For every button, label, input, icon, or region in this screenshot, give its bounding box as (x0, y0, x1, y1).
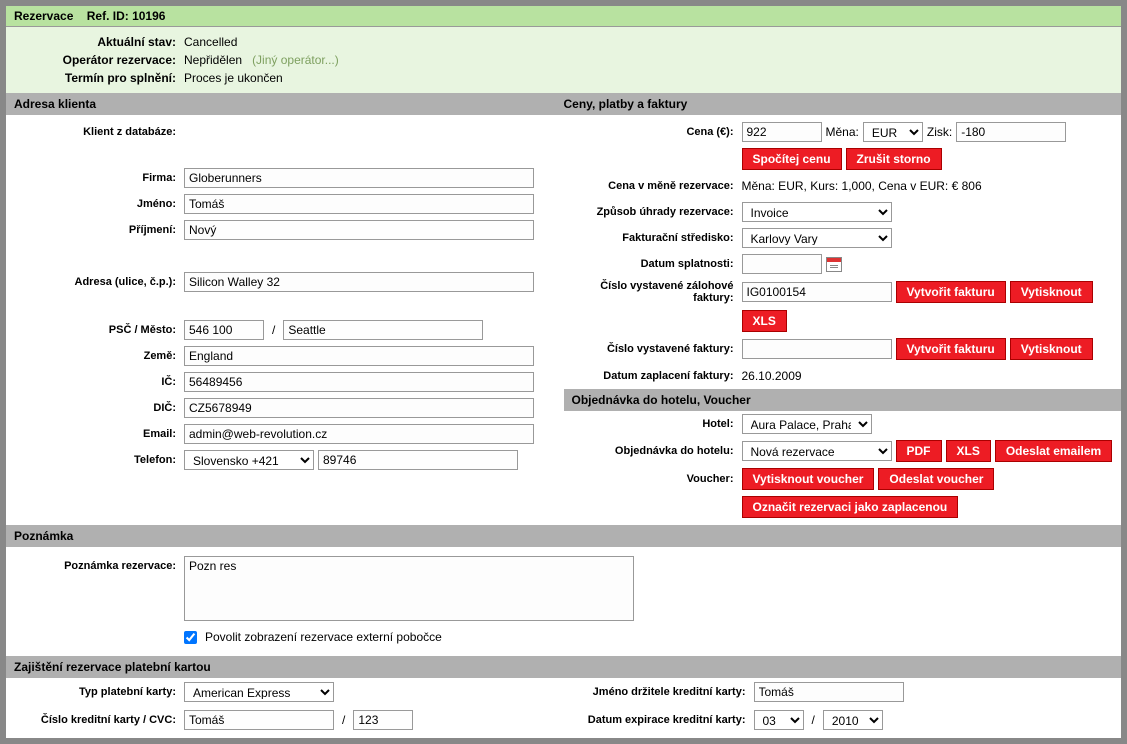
ref-label: Ref. ID: (87, 9, 129, 23)
price-label: Cena (€): (572, 126, 742, 138)
btn-send-email[interactable]: Odeslat emailem (995, 440, 1112, 462)
profit-input[interactable] (956, 122, 1066, 142)
hotel-select[interactable]: Aura Palace, Praha (742, 414, 872, 434)
btn-calc-price[interactable]: Spočítej cenu (742, 148, 842, 170)
cc-type-label: Typ platební karty: (14, 686, 184, 698)
operator-label: Operátor rezervace: (14, 53, 184, 67)
cc-number-label: Číslo kreditní karty / CVC: (14, 714, 184, 726)
allow-external-checkbox[interactable] (184, 631, 197, 644)
allow-external-label: Povolit zobrazení rezervace externí pobo… (205, 630, 442, 644)
calendar-icon[interactable] (826, 257, 842, 272)
btn-create-invoice[interactable]: Vytvořit fakturu (896, 338, 1006, 360)
cc-holder-label: Jméno držitele kreditní karty: (564, 686, 754, 698)
section-note: Poznámka (14, 529, 73, 543)
city-input[interactable] (283, 320, 483, 340)
phone-prefix-select[interactable]: Slovensko +421 (184, 450, 314, 470)
status-value: Cancelled (184, 35, 1113, 49)
country-input[interactable] (184, 346, 534, 366)
cc-exp-year-select[interactable]: 2010 (823, 710, 883, 730)
invoice-input[interactable] (742, 339, 892, 359)
cc-holder-input[interactable] (754, 682, 904, 702)
phone-label: Telefon: (14, 454, 184, 466)
paid-value: 26.10.2009 (742, 369, 1114, 383)
ic-label: IČ: (14, 376, 184, 388)
voucher-label: Voucher: (572, 473, 742, 485)
cc-type-select[interactable]: American Express (184, 682, 334, 702)
res-currency-label: Cena v měně rezervace: (572, 180, 742, 192)
status-label: Aktuální stav: (14, 35, 184, 49)
due-input[interactable] (742, 254, 822, 274)
currency-select[interactable]: EUR (863, 122, 923, 142)
section-cc: Zajištění rezervace platební kartou (14, 660, 211, 674)
ic-input[interactable] (184, 372, 534, 392)
cc-exp-label: Datum expirace kreditní karty: (564, 714, 754, 726)
operator-value: Nepřidělen (184, 53, 242, 67)
deadline-label: Termín pro splnění: (14, 71, 184, 85)
center-select[interactable]: Karlovy Vary (742, 228, 892, 248)
zipcity-label: PSČ / Město: (14, 324, 184, 336)
dic-input[interactable] (184, 398, 534, 418)
btn-cancel-storno[interactable]: Zrušit storno (846, 148, 942, 170)
country-label: Země: (14, 350, 184, 362)
ref-id: 10196 (132, 9, 165, 23)
btn-create-advance-invoice[interactable]: Vytvořit fakturu (896, 281, 1006, 303)
phone-input[interactable] (318, 450, 518, 470)
lastname-input[interactable] (184, 220, 534, 240)
center-label: Fakturační středisko: (572, 232, 742, 244)
title-prefix: Rezervace (14, 9, 73, 23)
order-label: Objednávka do hotelu: (572, 445, 742, 457)
note-label: Poznámka rezervace: (14, 556, 184, 572)
cc-exp-month-select[interactable]: 03 (754, 710, 804, 730)
section-client: Adresa klienta (14, 97, 564, 111)
zip-input[interactable] (184, 320, 264, 340)
cc-number-input[interactable] (184, 710, 334, 730)
btn-mark-paid[interactable]: Označit rezervaci jako zaplacenou (742, 496, 959, 518)
btn-xls-order[interactable]: XLS (946, 440, 991, 462)
paid-label: Datum zaplacení faktury: (572, 370, 742, 382)
address-input[interactable] (184, 272, 534, 292)
firstname-label: Jméno: (14, 198, 184, 210)
company-input[interactable] (184, 168, 534, 188)
btn-xls-advance[interactable]: XLS (742, 310, 787, 332)
currency-label: Měna: (826, 125, 859, 139)
deadline-value: Proces je ukončen (184, 71, 1113, 85)
firstname-input[interactable] (184, 194, 534, 214)
email-label: Email: (14, 428, 184, 440)
section-order: Objednávka do hotelu, Voucher (572, 393, 751, 407)
price-input[interactable] (742, 122, 822, 142)
advance-input[interactable] (742, 282, 892, 302)
address-label: Adresa (ulice, č.p.): (14, 276, 184, 288)
profit-label: Zisk: (927, 125, 952, 139)
hotel-label: Hotel: (572, 418, 742, 430)
btn-print-invoice[interactable]: Vytisknout (1010, 338, 1093, 360)
operator-change-link[interactable]: (Jiný operátor...) (252, 53, 339, 67)
btn-print-advance[interactable]: Vytisknout (1010, 281, 1093, 303)
company-label: Firma: (14, 172, 184, 184)
order-select[interactable]: Nová rezervace (742, 441, 892, 461)
res-currency-text: Měna: EUR, Kurs: 1,000, Cena v EUR: € 80… (742, 179, 1114, 193)
btn-print-voucher[interactable]: Vytisknout voucher (742, 468, 875, 490)
lastname-label: Příjmení: (14, 224, 184, 236)
btn-pdf[interactable]: PDF (896, 440, 942, 462)
note-textarea[interactable]: Pozn res (184, 556, 634, 621)
advance-label: Číslo vystavené zálohové faktury: (572, 280, 742, 304)
email-input[interactable] (184, 424, 534, 444)
payment-select[interactable]: Invoice (742, 202, 892, 222)
invoice-label: Číslo vystavené faktury: (572, 343, 742, 355)
btn-send-voucher[interactable]: Odeslat voucher (878, 468, 994, 490)
dic-label: DIČ: (14, 402, 184, 414)
payment-label: Způsob úhrady rezervace: (572, 206, 742, 218)
cc-cvc-input[interactable] (353, 710, 413, 730)
section-prices: Ceny, platby a faktury (564, 97, 1114, 111)
due-label: Datum splatnosti: (572, 258, 742, 270)
client-db-label: Klient z databáze: (14, 126, 184, 138)
